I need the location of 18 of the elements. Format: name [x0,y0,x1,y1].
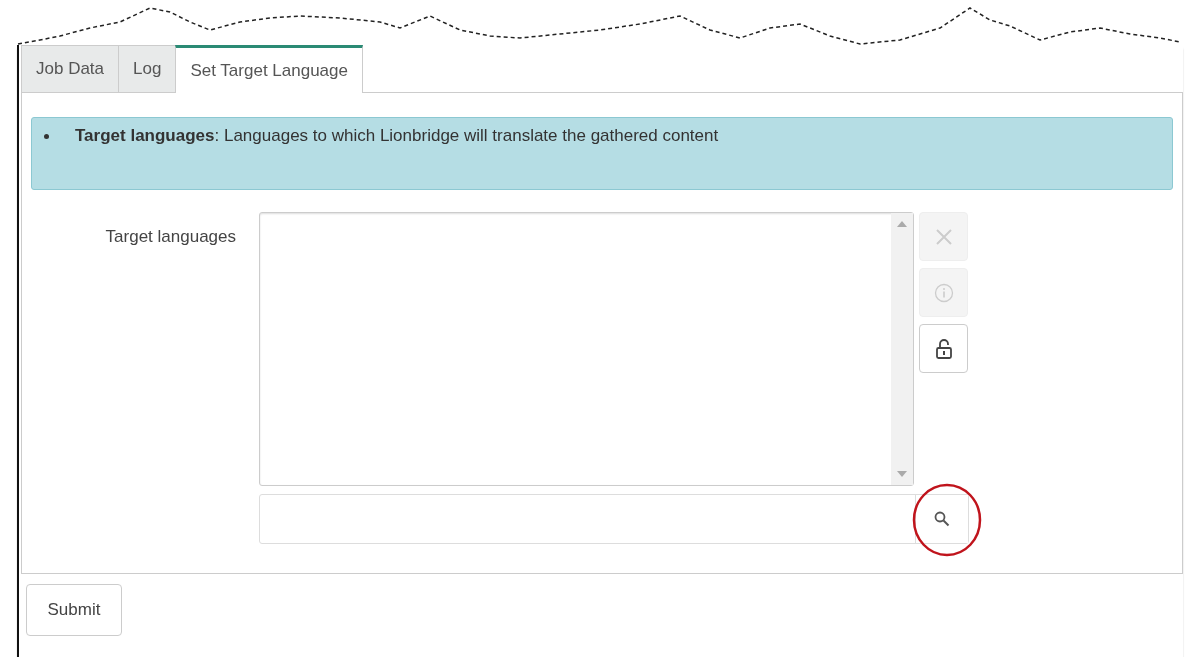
info-text: Target languages: Languages to which Lionbridge will translate the gathered content [75,126,719,146]
down-arrow-icon [897,471,907,477]
unlock-button[interactable] [919,324,968,373]
tab[interactable]: Set Target Language [175,45,363,93]
tab[interactable]: Job Data [21,45,120,92]
list-box[interactable] [259,212,914,486]
search-icon [934,511,950,527]
unlock-icon [934,338,953,359]
scrollbar[interactable] [891,213,913,485]
search-field[interactable] [259,494,969,544]
search-button[interactable] [915,495,968,543]
up-arrow-icon [897,221,907,227]
tab[interactable]: Log [118,45,177,92]
close-icon [934,227,953,246]
bullet-icon [44,133,49,139]
info-icon [933,282,954,303]
submit-button[interactable]: Submit [26,584,122,636]
field-label: Target languages [105,226,236,248]
